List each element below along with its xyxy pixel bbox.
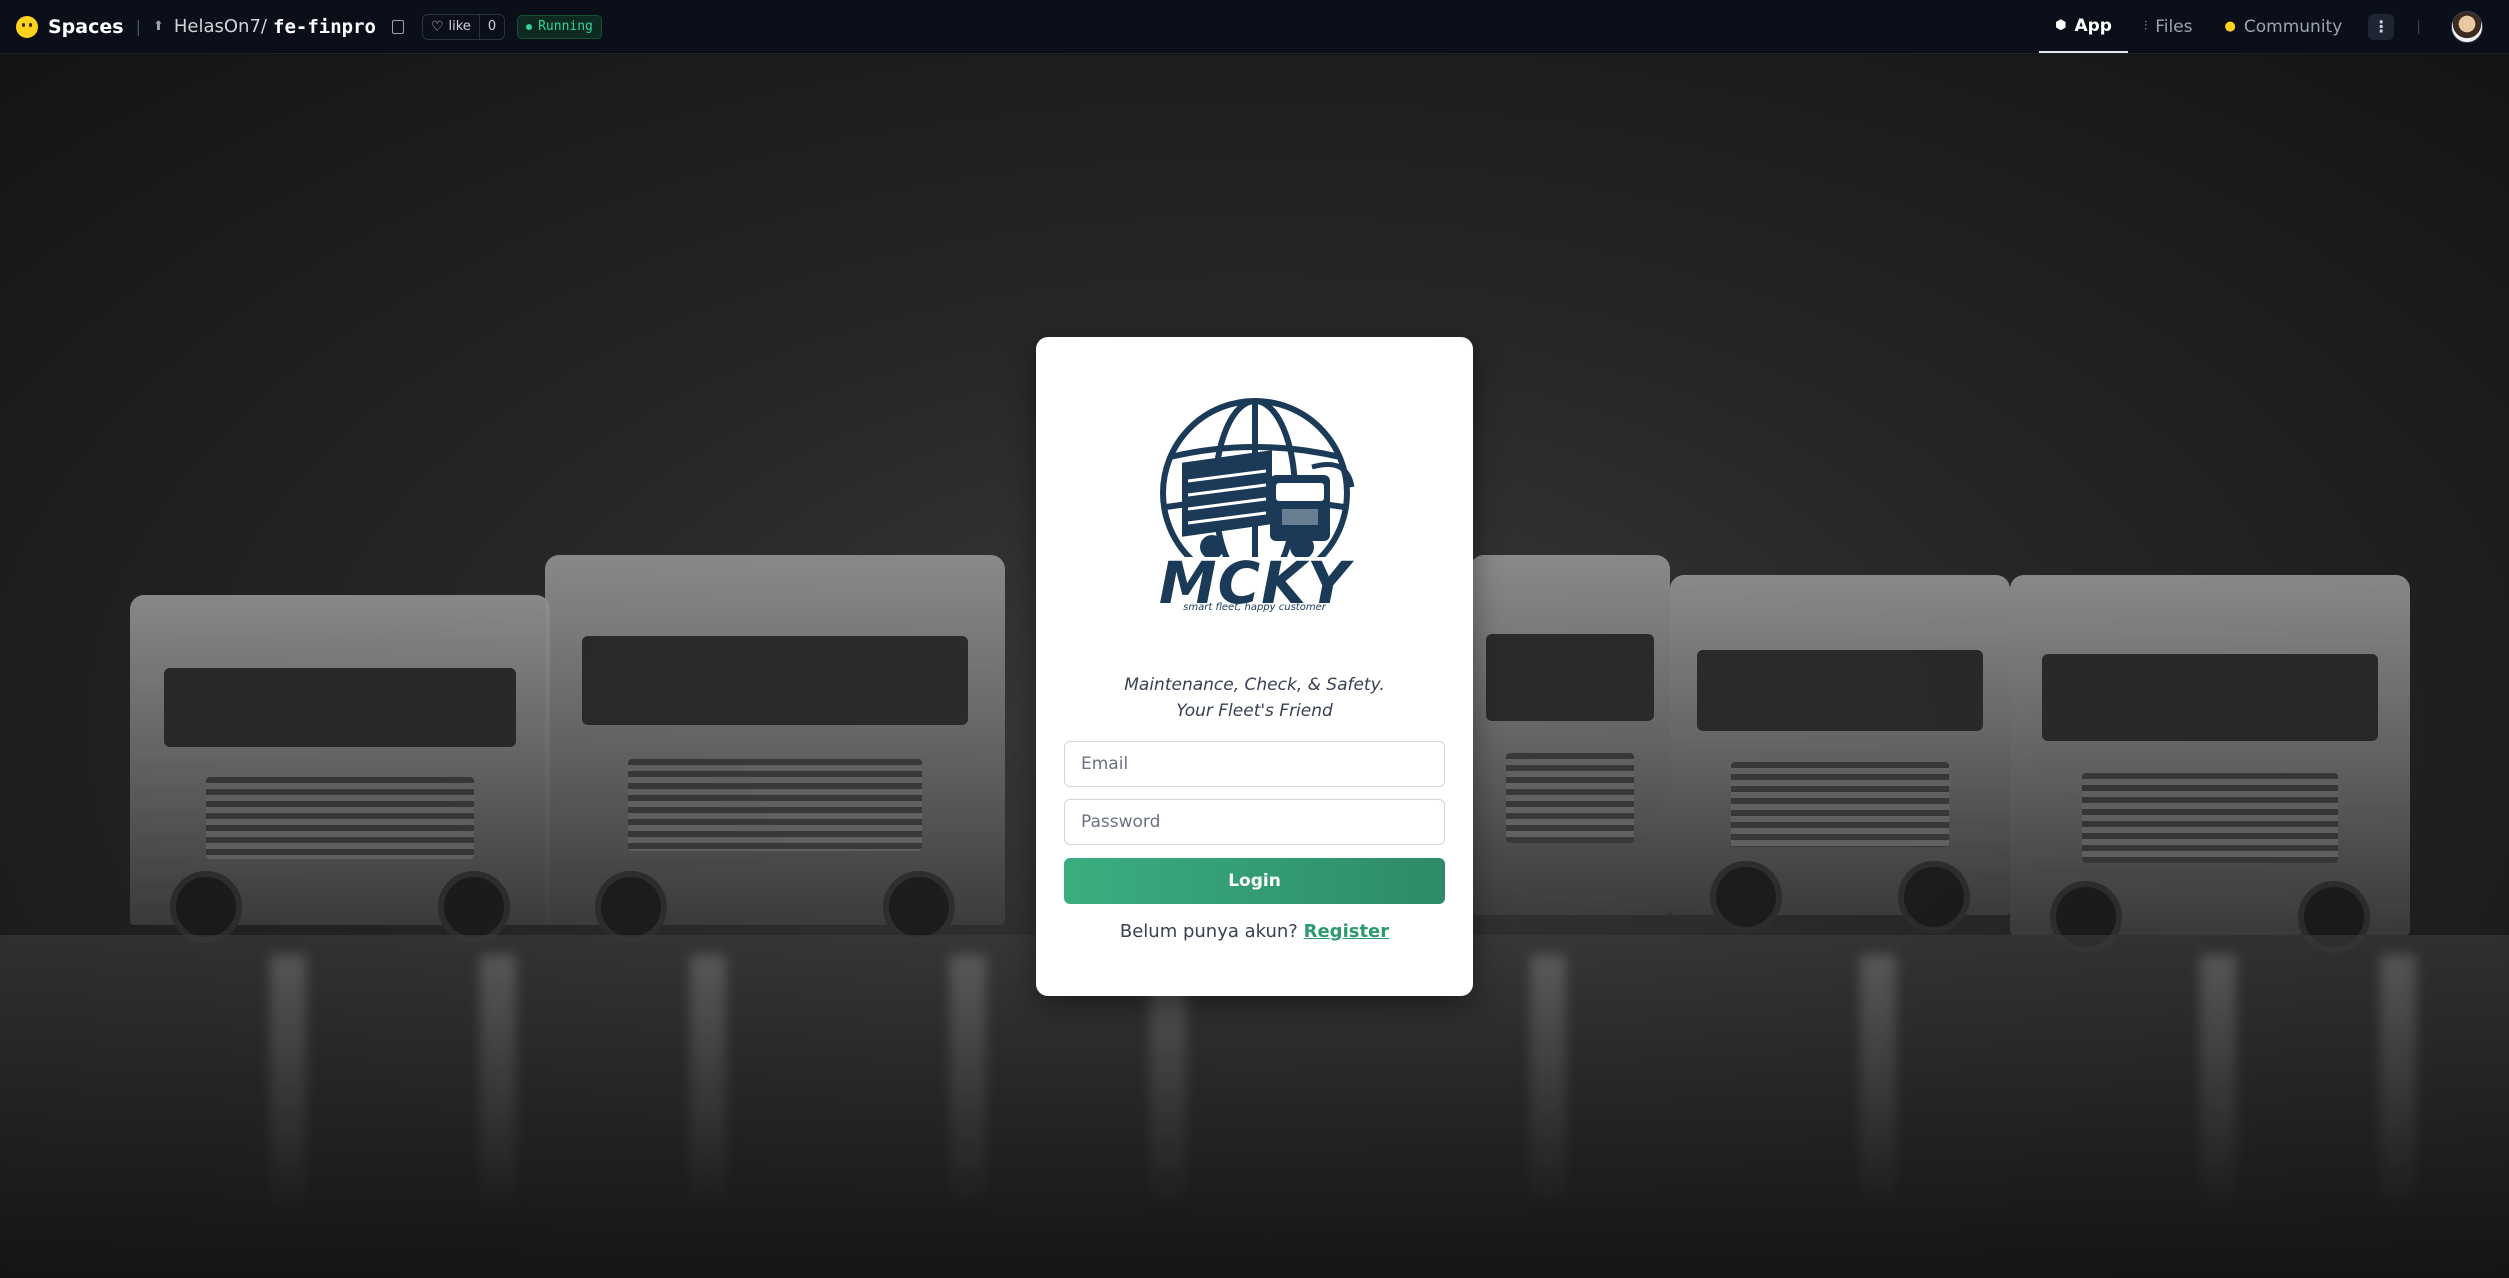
spaces-label: Spaces (48, 15, 124, 38)
spaces-brand[interactable]: Spaces (16, 15, 124, 38)
password-input[interactable] (1064, 799, 1445, 845)
register-link[interactable]: Register (1304, 921, 1390, 942)
background-truck (1670, 575, 2010, 933)
tab-app[interactable]: ⬢ App (2039, 0, 2128, 53)
logo-slogan: smart fleet, happy customer (1183, 602, 1326, 613)
tagline-line-1: Maintenance, Check, & Safety. (1124, 675, 1385, 695)
like-count: 0 (478, 14, 504, 39)
like-label: like (448, 19, 471, 34)
email-input[interactable] (1064, 741, 1445, 787)
login-card: MCKY smart fleet, happy customer Mainten… (1036, 337, 1473, 996)
background-truck (2010, 575, 2410, 953)
register-prompt-line: Belum punya akun? Register (1036, 921, 1473, 942)
register-prompt-text: Belum punya akun? (1119, 921, 1298, 942)
login-button[interactable]: Login (1064, 858, 1445, 904)
background-truck (1470, 555, 1670, 915)
divider: | (135, 17, 141, 36)
app-tagline: Maintenance, Check, & Safety. Your Fleet… (1036, 672, 1473, 724)
background-truck (130, 595, 550, 943)
repo-name-link[interactable]: fe-finpro (273, 16, 376, 38)
community-icon: ● (2224, 19, 2236, 34)
tab-community-label: Community (2243, 16, 2343, 37)
status-badge: Running (517, 14, 602, 39)
app-icon: ⬢ (2055, 18, 2067, 33)
top-navigation-bar: Spaces | ⬆ HelasOn7/ fe-finpro ♡ like 0 … (0, 0, 2509, 54)
space-tabs: ⬢ App ⫶ Files ● Community ⋮ | (2039, 0, 2493, 53)
repo-breadcrumb: ⬆ HelasOn7/ fe-finpro (153, 16, 404, 38)
more-icon: ⋮ (2373, 17, 2390, 36)
tagline-line-2: Your Fleet's Friend (1176, 701, 1333, 721)
copy-icon[interactable] (391, 19, 404, 34)
background-truck (545, 555, 1005, 943)
tab-files-label: Files (2155, 16, 2193, 37)
repo-owner-link[interactable]: HelasOn7/ (174, 16, 267, 37)
files-icon: ⫶ (2143, 19, 2148, 34)
heart-icon: ♡ (430, 18, 444, 35)
more-options-button[interactable]: ⋮ (2368, 13, 2395, 40)
tab-community[interactable]: ● Community (2209, 0, 2359, 53)
status-text: Running (538, 19, 593, 34)
like-button[interactable]: ♡ like 0 (421, 13, 506, 40)
user-icon: ⬆ (152, 19, 164, 34)
status-dot-icon (526, 23, 533, 30)
huggingface-logo-icon (16, 15, 38, 38)
divider: | (2416, 18, 2421, 35)
tab-app-label: App (2074, 15, 2112, 36)
user-avatar[interactable] (2451, 10, 2483, 43)
tab-files[interactable]: ⫶ Files (2128, 0, 2209, 53)
